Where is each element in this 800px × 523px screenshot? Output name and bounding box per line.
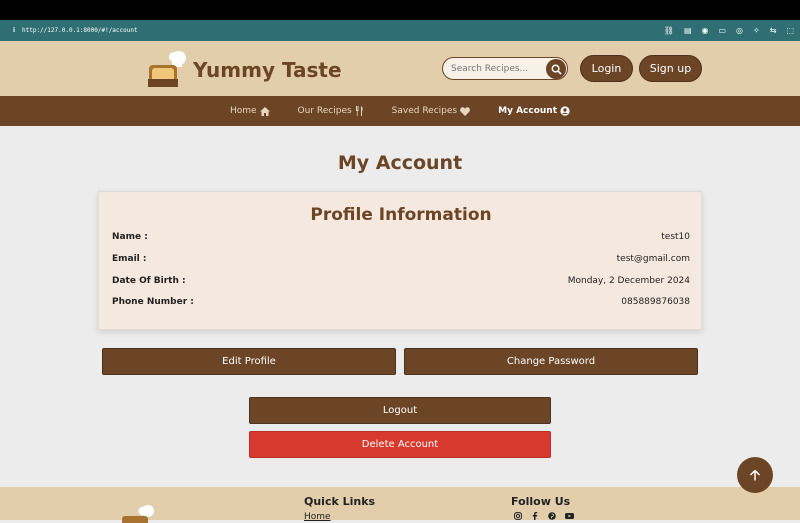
profile-heading: Profile Information <box>310 205 492 225</box>
page-title: My Account <box>337 152 463 174</box>
search-input[interactable] <box>451 61 543 77</box>
brand-name[interactable]: Yummy Taste <box>193 58 342 82</box>
heart-icon <box>460 106 470 116</box>
nav-item-label: Our Recipes <box>297 106 352 116</box>
profile-row-name: Name : test10 <box>112 232 690 242</box>
profile-card: Profile Information Name : test10 Email … <box>98 191 702 330</box>
field-label: Date Of Birth : <box>112 276 186 286</box>
camera-icon[interactable]: ◉ <box>702 26 709 35</box>
main-nav: Home Our Recipes Saved Recipes My Accoun… <box>0 96 800 126</box>
search-icon <box>551 64 562 75</box>
facebook-icon[interactable] <box>531 512 539 520</box>
toast-chef-logo-icon[interactable] <box>146 49 190 89</box>
window-icon[interactable]: ▭ <box>718 26 726 35</box>
browser-toolbar: ⛓ ▤ ◉ ▭ ◎ ✧ ⇆ ⬚ <box>664 26 794 35</box>
field-label: Phone Number : <box>112 297 194 307</box>
field-label: Email : <box>112 254 147 264</box>
profile-row-phone: Phone Number : 085889876038 <box>112 297 690 307</box>
utensils-icon <box>355 106 363 116</box>
target-icon[interactable]: ✧ <box>753 26 760 35</box>
swap-icon[interactable]: ⇆ <box>770 26 777 35</box>
home-icon <box>259 106 270 116</box>
profile-row-dob: Date Of Birth : Monday, 2 December 2024 <box>112 276 690 286</box>
site-header: Yummy Taste Login Sign up <box>0 41 800 96</box>
profile-row-email: Email : test@gmail.com <box>112 254 690 264</box>
pinterest-icon[interactable] <box>548 512 556 520</box>
footer-logo-icon[interactable] <box>120 503 160 523</box>
logout-button[interactable]: Logout <box>249 397 551 424</box>
reader-icon[interactable]: ▤ <box>684 26 692 35</box>
url-text[interactable]: http://127.0.0.1:8000/#!/account <box>22 27 138 34</box>
field-value: Monday, 2 December 2024 <box>567 276 690 286</box>
field-label: Name : <box>112 232 148 242</box>
back-to-top-button[interactable] <box>737 457 773 493</box>
social-links <box>514 512 574 520</box>
youtube-icon[interactable] <box>565 512 574 520</box>
nav-item-my-account[interactable]: My Account <box>498 106 570 116</box>
field-value: test10 <box>661 232 690 242</box>
nav-item-our-recipes[interactable]: Our Recipes <box>298 106 364 116</box>
footer-link-home[interactable]: Home <box>304 512 331 522</box>
arrow-up-icon <box>750 469 760 480</box>
field-value: test@gmail.com <box>616 254 690 264</box>
instagram-icon[interactable] <box>514 512 522 520</box>
nav-item-label: My Account <box>498 106 558 116</box>
link-icon[interactable]: ⛓ <box>664 26 674 35</box>
nav-item-label: Saved Recipes <box>391 106 458 116</box>
change-password-button[interactable]: Change Password <box>404 348 698 375</box>
user-circle-icon <box>560 106 570 116</box>
nav-item-home[interactable]: Home <box>230 106 270 116</box>
screen-top-bar <box>0 0 800 20</box>
search-button[interactable] <box>546 59 566 79</box>
nav-item-saved-recipes[interactable]: Saved Recipes <box>392 106 470 116</box>
panel-icon[interactable]: ⬚ <box>786 26 794 35</box>
quick-links-heading: Quick Links <box>304 495 376 508</box>
delete-account-button[interactable]: Delete Account <box>249 431 551 458</box>
search-box <box>442 57 568 80</box>
login-button[interactable]: Login <box>580 55 633 82</box>
field-value: 085889876038 <box>621 297 690 307</box>
info-icon[interactable]: i <box>10 27 18 34</box>
browser-address-bar: i http://127.0.0.1:8000/#!/account ⛓ ▤ ◉… <box>0 20 800 41</box>
follow-us-heading: Follow Us <box>511 495 571 508</box>
globe-icon[interactable]: ◎ <box>736 26 743 35</box>
site-footer: Quick Links Home Follow Us <box>0 487 800 523</box>
signup-button[interactable]: Sign up <box>639 55 702 82</box>
edit-profile-button[interactable]: Edit Profile <box>102 348 396 375</box>
nav-item-label: Home <box>229 106 257 116</box>
